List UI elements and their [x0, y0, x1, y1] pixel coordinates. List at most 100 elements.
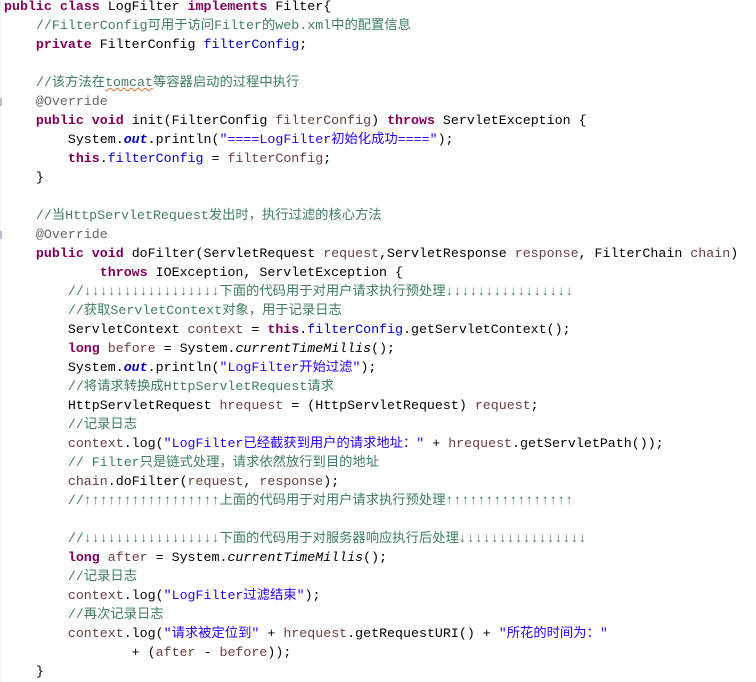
code-line[interactable]: //将请求转换成HttpServletRequest请求: [4, 377, 738, 396]
code-line[interactable]: //记录日志: [4, 567, 738, 586]
code-token: );: [323, 474, 340, 489]
code-token: //将请求转换成HttpServletRequest请求: [67, 379, 334, 394]
code-token: request: [474, 398, 531, 413]
code-token: "LogFilter开始过滤": [219, 360, 361, 375]
code-line[interactable]: context.log("LogFilter过滤结束");: [4, 586, 738, 605]
code-line[interactable]: long before = System.currentTimeMillis()…: [4, 339, 738, 358]
code-token: .getRequestURI() +: [347, 626, 499, 641]
code-token: ();: [371, 341, 396, 356]
code-token: //记录日志: [67, 417, 137, 432]
code-token: response: [514, 246, 579, 261]
code-token: 等容器启动的过程中执行: [152, 75, 300, 90]
code-token: filterConfig: [227, 151, 324, 166]
code-token: hrequest: [219, 398, 284, 413]
code-token: private: [35, 37, 100, 52]
code-token: ();: [363, 550, 388, 565]
code-token: throws: [99, 265, 156, 280]
code-line[interactable]: System.out.println("====LogFilter初始化成功==…: [4, 130, 738, 149]
code-token: after: [155, 645, 196, 660]
code-token: "请求被定位到": [163, 626, 260, 641]
code-token: filterConfig: [275, 113, 372, 128]
code-line[interactable]: //该方法在tomcat等容器启动的过程中执行: [4, 73, 738, 92]
code-token: currentTimeMillis: [235, 341, 372, 356]
override-marker-icon[interactable]: [0, 231, 2, 239]
code-line[interactable]: ServletContext context = this.filterConf…: [4, 320, 738, 339]
code-token: request: [187, 474, 244, 489]
code-token: =: [203, 151, 228, 166]
code-token: long: [67, 550, 108, 565]
code-line[interactable]: // Filter只是链式处理，请求依然放行到目的地址: [4, 453, 738, 472]
code-token: .log(: [123, 626, 164, 641]
code-token: response: [259, 474, 324, 489]
code-token: + (: [4, 645, 156, 660]
code-line[interactable]: public class LogFilter implements Filter…: [4, 0, 738, 16]
code-token: = System.: [147, 550, 228, 565]
code-line[interactable]: long after = System.currentTimeMillis();: [4, 548, 738, 567]
code-line[interactable]: //↓↓↓↓↓↓↓↓↓↓↓↓↓↓↓↓↓下面的代码用于对服务器响应执行后处理↓↓↓…: [4, 529, 738, 548]
code-token: ServletException {: [442, 113, 587, 128]
code-line[interactable]: @Override: [4, 225, 738, 244]
code-line[interactable]: //FilterConfig可用于访问Filter的web.xml中的配置信息: [4, 16, 738, 35]
code-token: = (HttpServletRequest): [283, 398, 475, 413]
code-token: chain: [690, 246, 731, 261]
code-token: //↓↓↓↓↓↓↓↓↓↓↓↓↓↓↓↓↓下面的代码用于对服务器响应执行后处理↓↓↓…: [67, 531, 587, 546]
code-line[interactable]: [4, 510, 738, 529]
code-token: "所花的时间为：": [498, 626, 608, 641]
code-token: this: [267, 322, 300, 337]
code-line[interactable]: this.filterConfig = filterConfig;: [4, 149, 738, 168]
code-line[interactable]: //记录日志: [4, 415, 738, 434]
code-token: hrequest: [283, 626, 348, 641]
code-line[interactable]: }: [4, 168, 738, 187]
code-token: //↓↓↓↓↓↓↓↓↓↓↓↓↓↓↓↓↓下面的代码用于对用户请求执行预处理↓↓↓↓…: [67, 284, 574, 299]
code-line[interactable]: @Override: [4, 92, 738, 111]
code-token: filterConfig: [107, 151, 204, 166]
code-token: //获取ServletContext对象，用于记录日志: [67, 303, 342, 318]
code-token: filterConfig: [203, 37, 300, 52]
code-token: request: [323, 246, 380, 261]
code-line[interactable]: HttpServletRequest hrequest = (HttpServl…: [4, 396, 738, 415]
code-editor[interactable]: public class LogFilter implements Filter…: [4, 0, 738, 681]
code-token: System.: [4, 132, 124, 147]
code-line[interactable]: [4, 54, 738, 73]
code-line[interactable]: throws IOException, ServletException {: [4, 263, 738, 282]
code-token: long: [67, 341, 108, 356]
code-line[interactable]: context.log("LogFilter已经截获到用户的请求地址：" + h…: [4, 434, 738, 453]
code-token: before: [107, 341, 156, 356]
code-token: +: [259, 626, 284, 641]
code-token: .log(: [123, 588, 164, 603]
code-line[interactable]: System.out.println("LogFilter开始过滤");: [4, 358, 738, 377]
override-marker-icon[interactable]: [0, 98, 2, 106]
code-line[interactable]: //获取ServletContext对象，用于记录日志: [4, 301, 738, 320]
code-token: .println(: [147, 132, 220, 147]
code-line[interactable]: + (after - before));: [4, 643, 738, 662]
code-line[interactable]: public void init(FilterConfig filterConf…: [4, 111, 738, 130]
code-line[interactable]: chain.doFilter(request, response);: [4, 472, 738, 491]
code-token: System.: [4, 360, 124, 375]
code-token: }: [4, 664, 44, 679]
code-token: ;: [323, 151, 332, 166]
code-line[interactable]: //↓↓↓↓↓↓↓↓↓↓↓↓↓↓↓↓↓下面的代码用于对用户请求执行预处理↓↓↓↓…: [4, 282, 738, 301]
code-line[interactable]: public void doFilter(ServletRequest requ…: [4, 244, 738, 263]
code-token: .println(: [147, 360, 220, 375]
code-token: //记录日志: [67, 569, 137, 584]
code-line[interactable]: context.log("请求被定位到" + hrequest.getReque…: [4, 624, 738, 643]
code-line[interactable]: [4, 187, 738, 206]
code-line[interactable]: //↑↑↑↑↑↑↑↑↑↑↑↑↑↑↑↑↑上面的代码用于对用户请求执行预处理↑↑↑↑…: [4, 491, 738, 510]
code-line[interactable]: }: [4, 662, 738, 681]
code-token: .getServletPath());: [512, 436, 664, 451]
code-token: throws: [387, 113, 443, 128]
code-token: context: [67, 588, 124, 603]
code-token: //↑↑↑↑↑↑↑↑↑↑↑↑↑↑↑↑↑上面的代码用于对用户请求执行预处理↑↑↑↑…: [67, 493, 574, 508]
code-line[interactable]: //当HttpServletRequest发出时，执行过滤的核心方法: [4, 206, 738, 225]
code-line[interactable]: //再次记录日志: [4, 605, 738, 624]
code-line[interactable]: private FilterConfig filterConfig;: [4, 35, 738, 54]
code-token: public class: [4, 0, 108, 14]
